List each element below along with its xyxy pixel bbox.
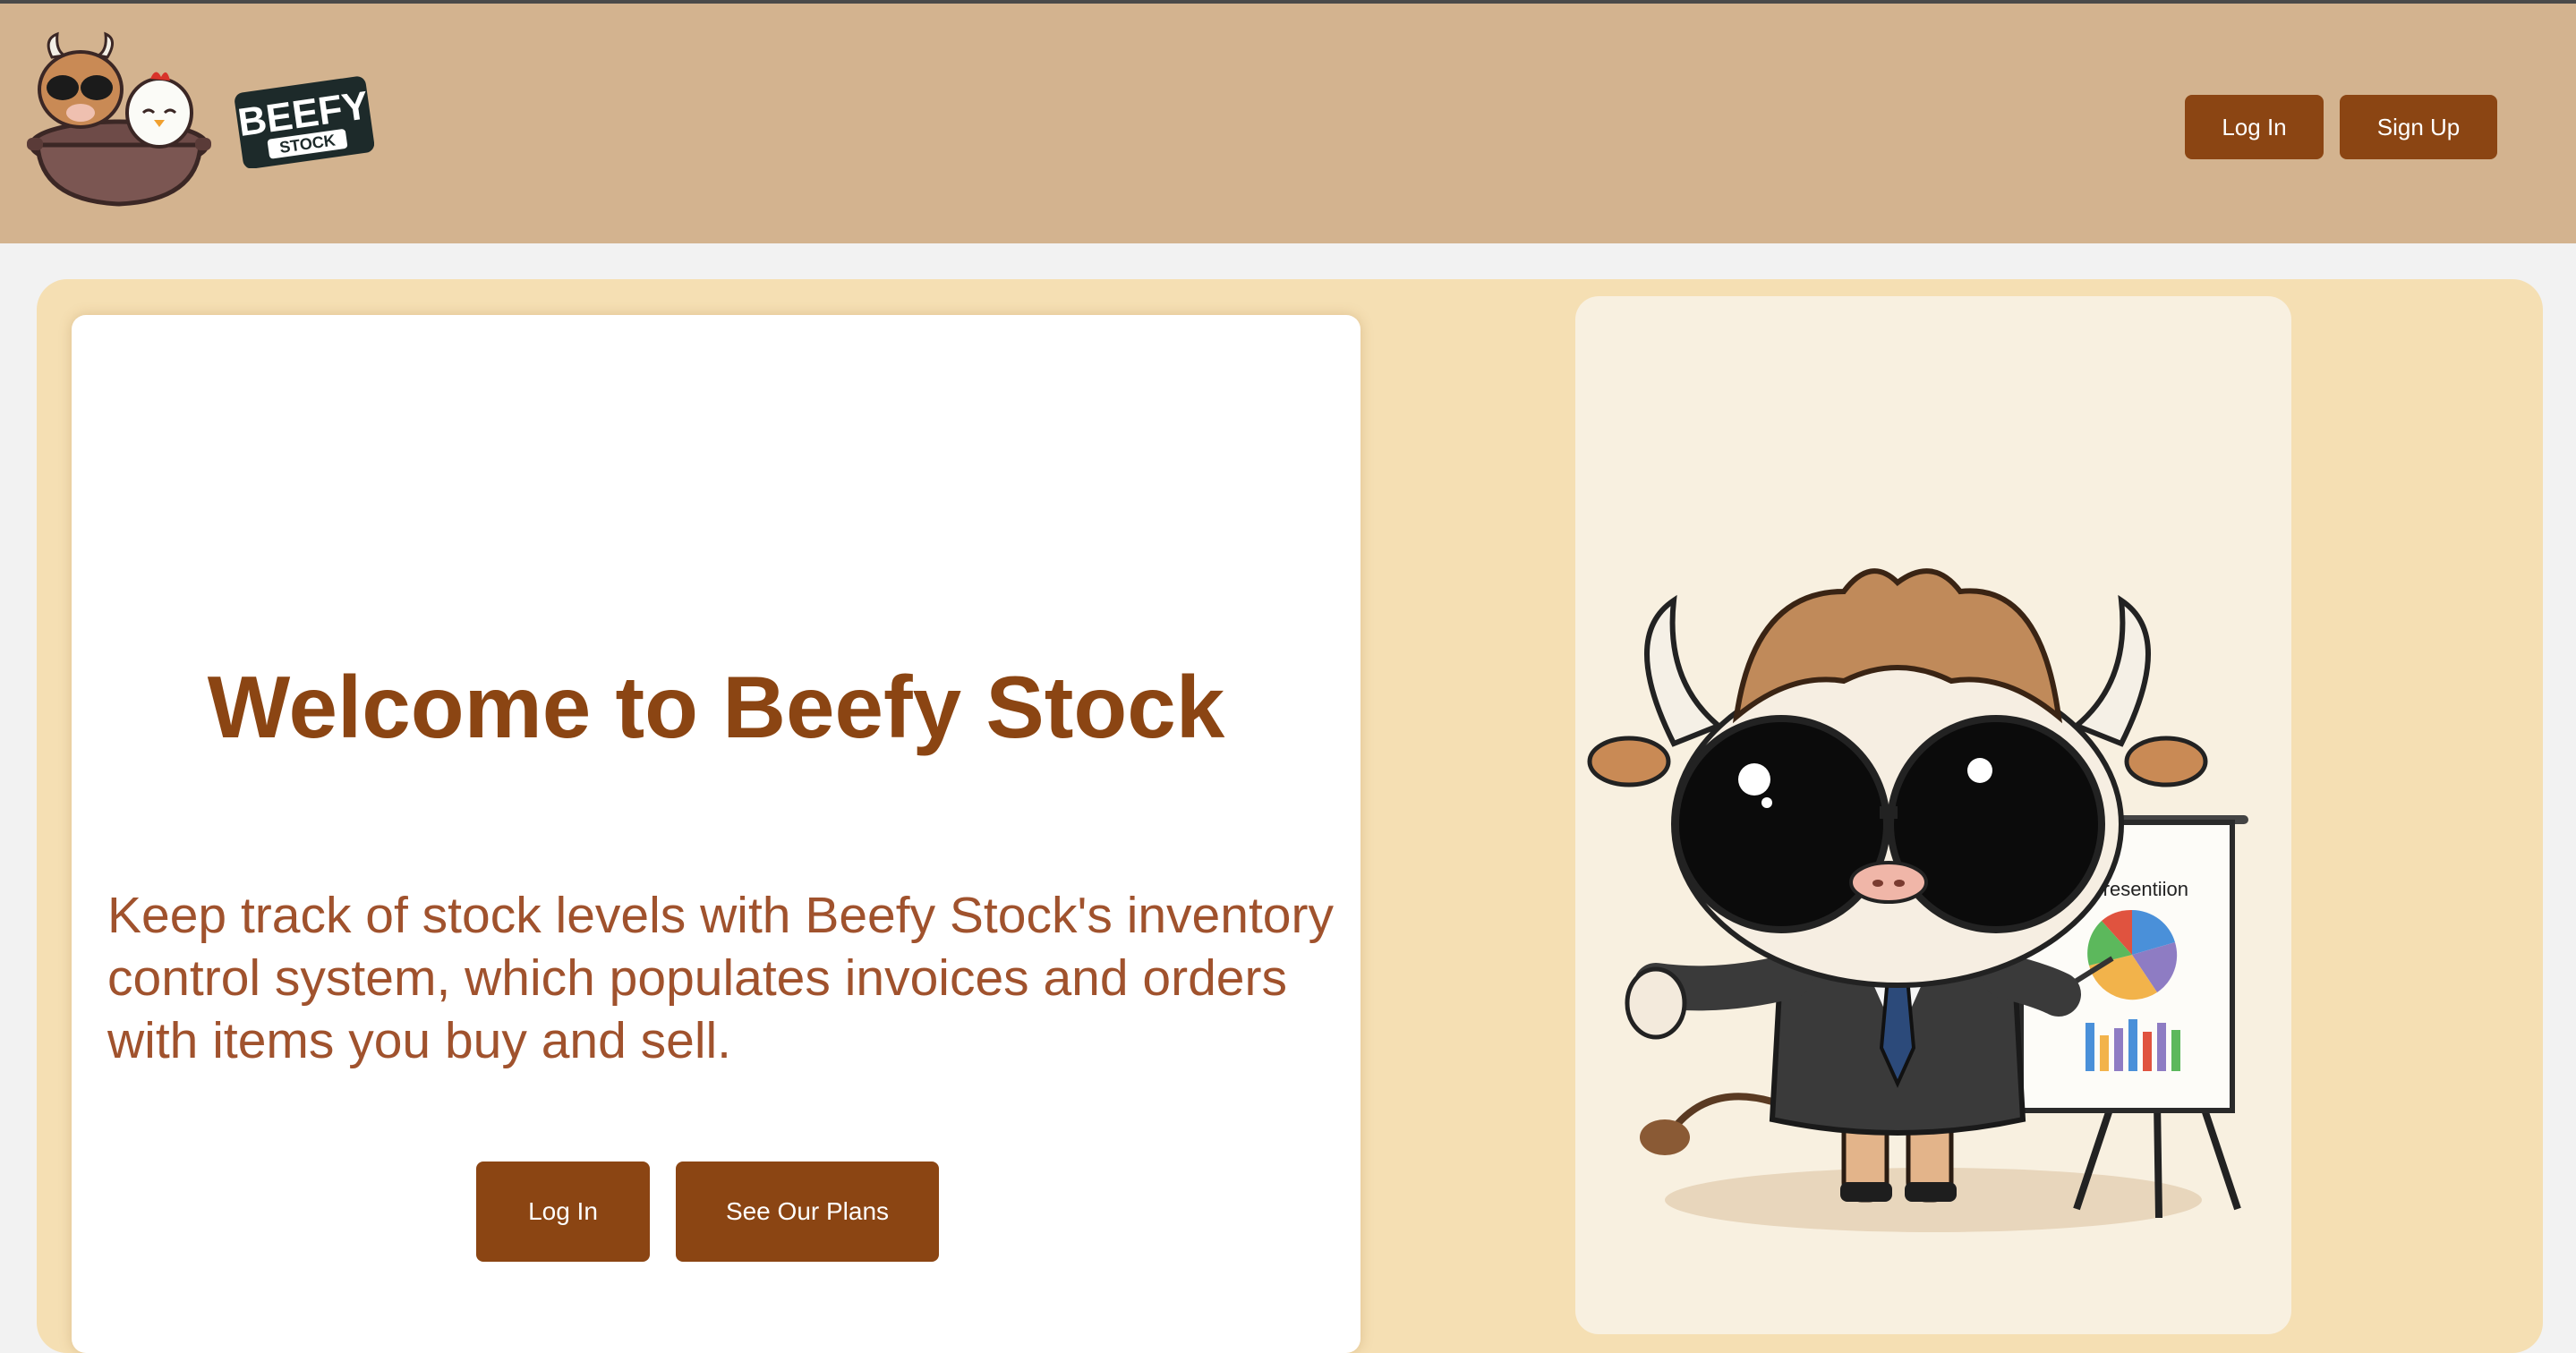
mascot-illustration: Presentiion <box>1575 296 2291 1334</box>
site-header: BEEFY STOCK Log In Sign Up <box>0 4 2576 243</box>
hero-login-button[interactable]: Log In <box>476 1162 650 1262</box>
header-signup-button[interactable]: Sign Up <box>2340 95 2497 159</box>
brand-wordmark[interactable]: BEEFY STOCK <box>235 75 374 168</box>
hero-title: Welcome to Beefy Stock <box>207 658 1225 756</box>
header-login-button[interactable]: Log In <box>2185 95 2324 159</box>
hero-description: Keep track of stock levels with Beefy St… <box>107 887 1334 1069</box>
mascot-logo[interactable] <box>25 30 213 209</box>
see-plans-button[interactable]: See Our Plans <box>676 1162 939 1262</box>
